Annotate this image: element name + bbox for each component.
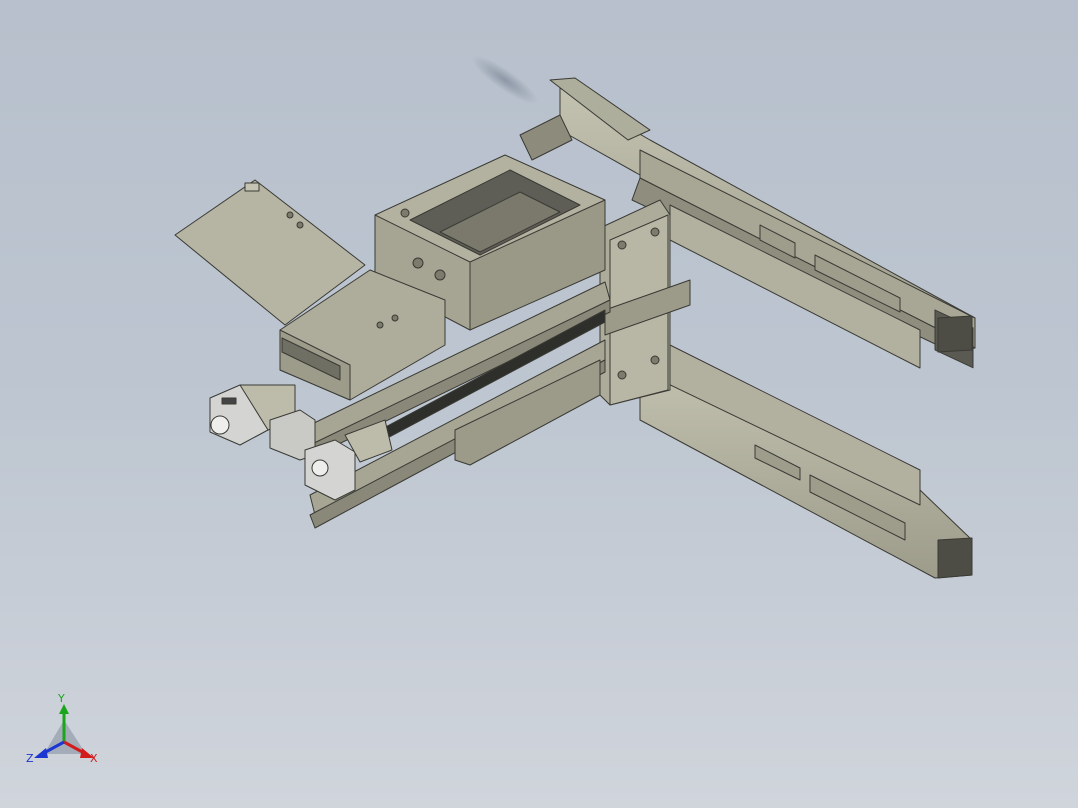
graphics-viewport[interactable]: Y X Z: [0, 0, 1078, 808]
y-arrow-icon: [59, 704, 69, 714]
lower-fork-arm[interactable]: [639, 339, 973, 579]
x-axis-label: X: [90, 752, 98, 765]
z-axis-label: Z: [26, 752, 34, 765]
orientation-triad: Y X Z: [26, 692, 98, 765]
shadow-streak: [471, 55, 539, 105]
cad-model-view[interactable]: [0, 0, 1078, 808]
z-arrow-icon: [34, 748, 48, 758]
assembly-model[interactable]: [174, 77, 976, 579]
y-axis-label: Y: [57, 692, 65, 705]
